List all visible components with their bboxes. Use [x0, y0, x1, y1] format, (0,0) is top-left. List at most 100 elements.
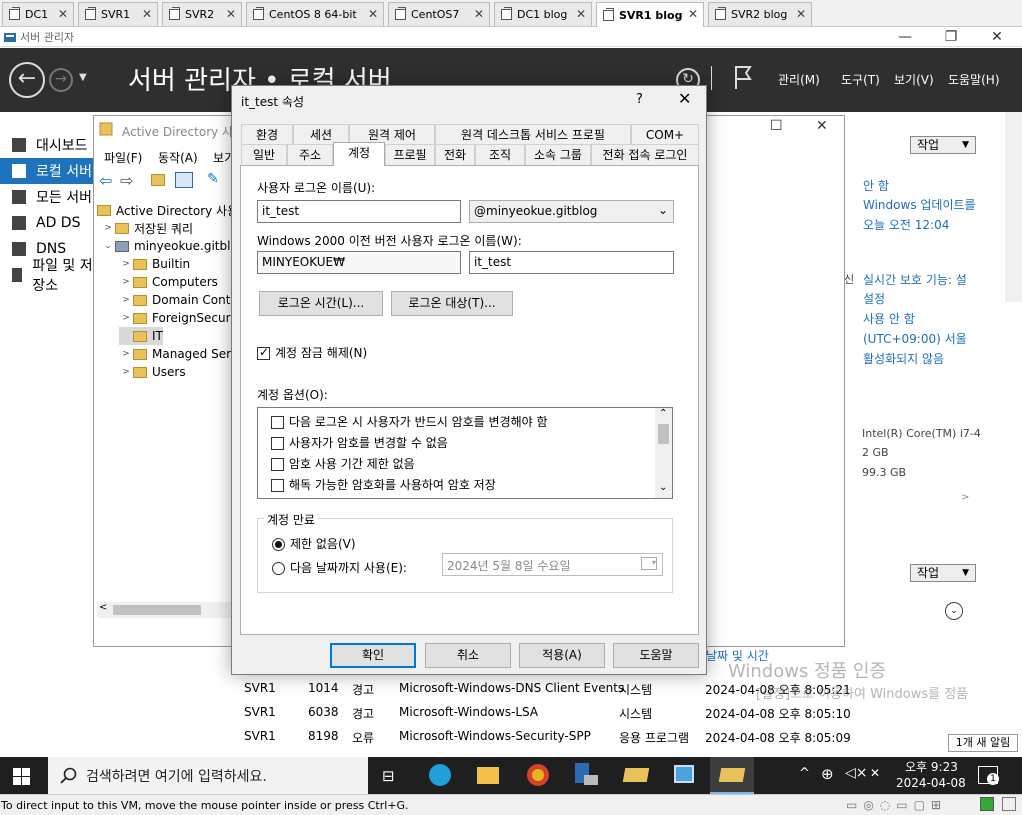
tool-icon[interactable]: ✎	[207, 171, 219, 187]
property-value[interactable]: 오늘 오전 12:04	[863, 216, 949, 233]
scroll-down-icon[interactable]: ⌄	[659, 482, 667, 493]
vm-tab-centos8[interactable]: CentOS 8 64-bit ✕	[246, 2, 384, 26]
help-button[interactable]: 도움말	[613, 643, 699, 668]
scroll-left-icon[interactable]: <	[99, 602, 107, 613]
menu-manage[interactable]: 관리(M)	[778, 71, 820, 88]
tree-item-computers[interactable]: > Computers	[119, 273, 218, 291]
clock-date[interactable]: 2024-04-08	[896, 776, 966, 790]
calendar-icon[interactable]: ▾	[641, 557, 657, 570]
tree-item-it[interactable]: IT	[119, 327, 163, 345]
close-icon[interactable]: ✕	[796, 7, 806, 21]
expand-icon[interactable]: ⌄	[945, 602, 963, 620]
tasks-dropdown-events[interactable]: 작업	[910, 564, 976, 582]
notification-toast[interactable]: 1개 새 알림	[948, 734, 1018, 752]
vm-settings-icon[interactable]	[1002, 797, 1016, 811]
vm-tab-svr2-blog[interactable]: SVR2 blog ✕	[708, 2, 812, 26]
account-option-item[interactable]: 암호 사용 기간 제한 없음	[271, 455, 415, 472]
close-icon[interactable]: ✕	[474, 7, 484, 21]
flag-icon[interactable]	[733, 64, 753, 90]
sidebar-item-all-servers[interactable]: 모든 서버	[0, 184, 95, 210]
tree-item-managed-service[interactable]: >Managed Service Accounts	[119, 345, 234, 363]
tree-item-domain[interactable]: ⌄minyeokue.gitblog	[101, 237, 234, 255]
maximize-button[interactable]: ☐	[770, 118, 783, 134]
horizontal-scrollbar[interactable]: <	[97, 602, 231, 618]
account-option-item[interactable]: 사용자가 암호를 변경할 수 없음	[271, 434, 448, 451]
chevron-up-icon[interactable]: ^	[799, 766, 810, 781]
scroll-up-icon[interactable]: ⌃	[659, 408, 667, 419]
clock-time[interactable]: 오후 9:23	[905, 758, 958, 775]
tasks-dropdown[interactable]: 작업	[910, 136, 976, 154]
scrollbar[interactable]	[1005, 112, 1022, 302]
menu-action[interactable]: 동작(A)	[158, 149, 198, 166]
tab-environment[interactable]: 환경	[241, 124, 293, 145]
menu-file[interactable]: 파일(F)	[104, 149, 142, 166]
apply-button[interactable]: 적용(A)	[519, 643, 605, 668]
back-arrow-icon[interactable]: ⇦	[99, 171, 112, 190]
edge-icon[interactable]	[418, 757, 462, 794]
logon-name-input[interactable]: it_test	[257, 200, 461, 223]
property-value[interactable]: 사용 안 함	[863, 310, 915, 327]
sidebar-item-ad-ds[interactable]: AD DS	[0, 210, 95, 236]
ok-button[interactable]: 확인	[330, 643, 416, 668]
event-row[interactable]: SVR1 8198 오류 Microsoft-Windows-Security-…	[232, 725, 972, 747]
close-button[interactable]: ✕	[816, 118, 828, 134]
network-icon[interactable]: ⊕	[821, 765, 834, 783]
tree-item-foreign-security[interactable]: >ForeignSecurityPrincipals	[119, 309, 234, 327]
tab-com-plus[interactable]: COM+	[631, 124, 699, 145]
property-value[interactable]: 안 함	[863, 177, 889, 194]
tab-general[interactable]: 일반	[241, 144, 287, 165]
end-of-radio[interactable]: 다음 날짜까지 사용(E):	[272, 559, 407, 576]
forward-button[interactable]: →	[49, 68, 73, 92]
tree-item-saved-queries[interactable]: > 저장된 쿼리	[101, 219, 193, 237]
menu-view[interactable]: 보기(V)	[894, 71, 934, 88]
close-icon[interactable]: ✕	[142, 7, 152, 21]
close-icon[interactable]: ✕	[576, 7, 586, 21]
upn-suffix-select[interactable]: @minyeokue.gitblog ⌄	[469, 200, 674, 223]
task-view-icon[interactable]: ⊟	[368, 757, 412, 794]
device-status-icons[interactable]: ▭◎◌▭▢⊞	[846, 798, 947, 812]
expand-arrow-icon[interactable]: >	[119, 349, 133, 359]
tab-telephones[interactable]: 전화	[435, 144, 475, 165]
scroll-thumb[interactable]	[113, 605, 201, 615]
never-radio[interactable]: 제한 없음(V)	[272, 535, 356, 552]
folder-up-icon[interactable]	[151, 174, 165, 186]
volume-icon[interactable]: ◁×	[845, 765, 868, 781]
property-value[interactable]: (UTC+09:00) 서울	[863, 330, 967, 347]
scroll-thumb[interactable]	[658, 424, 669, 444]
account-option-item[interactable]: 해독 가능한 암호화를 사용하여 암호 저장	[271, 476, 496, 493]
forward-arrow-icon[interactable]: ⇨	[120, 171, 133, 190]
back-button[interactable]: ←	[9, 62, 45, 98]
expand-arrow-icon[interactable]: >	[119, 277, 133, 287]
tab-rds-profile[interactable]: 원격 데스크톱 서비스 프로필	[435, 124, 631, 145]
close-icon[interactable]: ✕	[688, 7, 698, 21]
tab-organization[interactable]: 조직	[475, 144, 525, 165]
expand-arrow-icon[interactable]: >	[119, 295, 133, 305]
cancel-button[interactable]: 취소	[425, 643, 511, 668]
property-value[interactable]: 설정	[863, 290, 885, 307]
windows-start-icon[interactable]	[13, 768, 30, 785]
tree-item-users[interactable]: > Users	[119, 363, 185, 381]
close-button[interactable]: ✕	[974, 27, 1020, 47]
console-tree-icon[interactable]	[175, 172, 193, 188]
maximize-button[interactable]: ❐	[928, 27, 974, 47]
close-icon[interactable]: ✕	[58, 7, 68, 21]
expiry-date-picker[interactable]: 2024년 5월 8일 수요일 ▾	[442, 553, 663, 576]
property-value[interactable]: 활성화되지 않음	[863, 350, 944, 367]
ad-users-taskbar-icon[interactable]	[614, 757, 658, 794]
logon-to-button[interactable]: 로그온 대상(T)...	[391, 291, 513, 316]
tree-root[interactable]: Active Directory 사용자 및 컴퓨터	[97, 201, 234, 219]
sidebar-item-file-storage[interactable]: 파일 및 저장소	[0, 258, 95, 294]
collapse-arrow-icon[interactable]: ⌄	[101, 241, 115, 251]
properties-dialog-taskbar-icon[interactable]	[710, 757, 754, 794]
tab-profile[interactable]: 프로필	[385, 144, 435, 165]
vm-tab-svr1[interactable]: SVR1 ✕	[78, 2, 158, 26]
pre2000-username-input[interactable]: it_test	[469, 251, 674, 274]
expand-arrow-icon[interactable]: >	[119, 367, 133, 377]
menu-help[interactable]: 도움말(H)	[948, 71, 1000, 88]
tab-dial-in[interactable]: 전화 접속 로그인	[591, 144, 699, 165]
tree-item-domain-controllers[interactable]: >Domain Controllers	[119, 291, 234, 309]
close-icon[interactable]: ✕	[678, 89, 691, 108]
close-icon[interactable]: ✕	[226, 7, 236, 21]
admin-tool-taskbar-icon[interactable]	[662, 757, 706, 794]
ime-status-icon[interactable]: ✕	[870, 766, 880, 780]
